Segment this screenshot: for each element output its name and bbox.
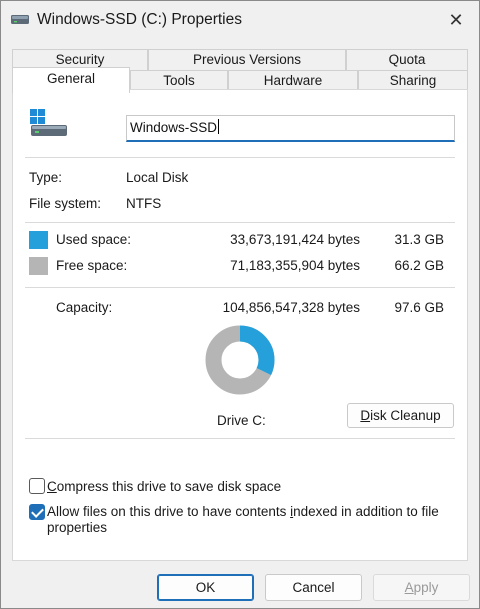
window-title: Windows-SSD (C:) Properties [37,11,242,28]
drive-name-value: Windows-SSD [130,120,218,135]
tab-general[interactable]: General [12,67,130,93]
apply-label: pply [413,580,439,595]
used-space-bytes: 33,673,191,424 bytes [230,232,360,247]
separator [25,157,455,158]
tab-label: Security [55,52,105,67]
drive-icon [11,15,29,24]
separator [25,438,455,439]
tab-label: General [46,71,96,86]
tab-label: Tools [163,73,195,88]
apply-accel: A [404,580,414,595]
index-checkbox[interactable] [29,504,45,520]
title-bar[interactable]: Windows-SSD (C:) Properties ✕ [1,1,479,39]
close-icon[interactable]: ✕ [433,1,479,39]
free-space-label: Free space: [56,258,128,273]
cancel-button[interactable]: Cancel [265,574,362,601]
index-label: Allow files on this drive to have conten… [47,504,447,536]
type-value: Local Disk [126,170,189,185]
used-space-swatch [29,231,48,249]
free-space-swatch [29,257,48,275]
type-label: Type: [29,170,63,185]
compress-label: Compress this drive to save disk space [47,479,281,494]
general-tab-panel: Windows-SSD Type: Local Disk File system… [12,89,468,561]
text-caret [218,119,220,134]
capacity-size: 97.6 GB [394,300,444,315]
disk-usage-donut [205,325,275,395]
file-system-label: File system: [29,196,102,211]
hard-drive-icon [30,109,67,136]
tab-label: Previous Versions [192,52,302,67]
properties-window: Windows-SSD (C:) Properties ✕ Security P… [0,0,480,609]
separator [25,222,455,223]
index-text-1: Allow files on this drive to have conten… [47,504,291,519]
free-space-size: 66.2 GB [394,258,444,273]
tab-label: Hardware [263,73,323,88]
separator [25,287,455,288]
apply-button[interactable]: Apply [373,574,470,601]
ok-button[interactable]: OK [157,574,254,601]
tab-label: Quota [388,52,426,67]
tab-label: Sharing [389,73,437,88]
disk-cleanup-accel: D [360,408,371,423]
disk-cleanup-label: isk Cleanup [370,408,441,423]
free-space-bytes: 71,183,355,904 bytes [230,258,360,273]
compress-accel: C [47,479,57,494]
tab-quota[interactable]: Quota [346,49,468,71]
tab-previous-versions[interactable]: Previous Versions [148,49,346,71]
drive-label: Drive C: [217,413,266,428]
compress-text: ompress this drive to save disk space [56,479,282,494]
disk-cleanup-button[interactable]: Disk Cleanup [347,403,454,428]
capacity-label: Capacity: [56,300,113,315]
used-space-label: Used space: [56,232,132,247]
used-space-size: 31.3 GB [394,232,444,247]
drive-name-input[interactable]: Windows-SSD [126,115,455,142]
file-system-value: NTFS [126,196,162,211]
capacity-bytes: 104,856,547,328 bytes [222,300,360,315]
compress-checkbox[interactable] [29,478,45,494]
